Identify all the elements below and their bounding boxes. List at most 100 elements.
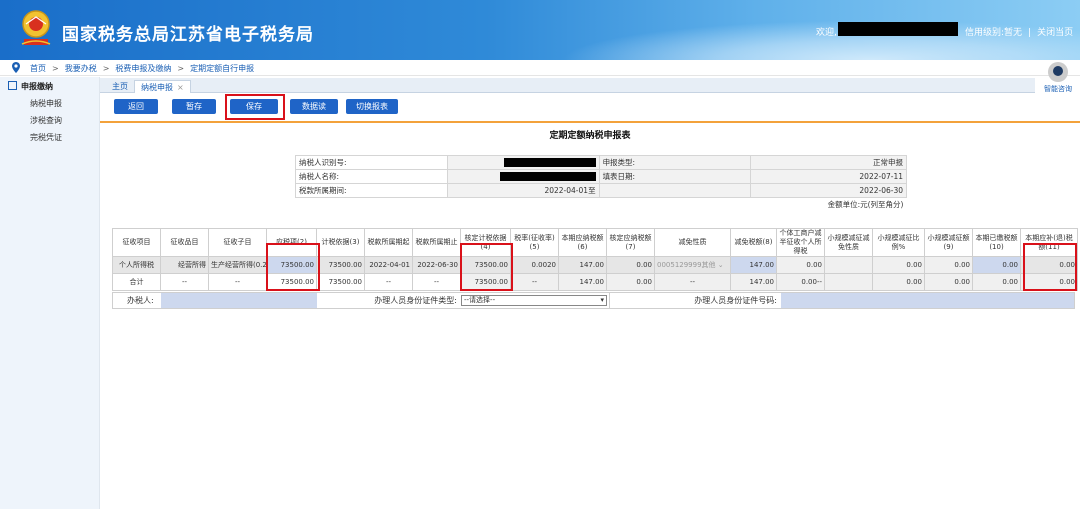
- cell-approved-payable: 0.00: [606, 256, 655, 274]
- smart-assistant[interactable]: 智能咨询: [1040, 62, 1076, 96]
- tab-declare[interactable]: 纳税申报 ×: [134, 80, 191, 93]
- breadcrumb-declare-pay[interactable]: 税费申报及缴纳: [115, 64, 171, 73]
- report-type-value: 正常申报: [750, 155, 907, 170]
- taxable-highlight-box: [266, 243, 320, 291]
- close-page-link[interactable]: 关闭当页: [1037, 28, 1073, 38]
- period-blank: [598, 183, 752, 198]
- id-type-label: 办理人员身份证件类型:: [374, 296, 457, 305]
- redacted-taxpayer-name: [499, 171, 596, 181]
- location-pin-icon: [12, 62, 20, 73]
- col-header: 本期已缴税额(10): [972, 228, 1021, 257]
- col-header: 减免性质: [654, 228, 731, 257]
- cell-relief-type: --: [654, 273, 731, 291]
- col-header: 小规模减征额(9): [924, 228, 973, 257]
- table-row: 个人所得税 经营所得 生产经营所得(0.2% 73500.00 73500.00…: [112, 256, 1078, 274]
- cell-item: 个人所得税: [112, 256, 161, 274]
- fill-date-label: 填表日期:: [598, 169, 752, 184]
- id-number-input[interactable]: [781, 293, 1074, 308]
- sidebar-item-declare[interactable]: 纳税申报: [30, 98, 62, 109]
- taxpayer-name-value: [446, 169, 600, 184]
- col-header: 征收品目: [160, 228, 209, 257]
- period-to: 至: [588, 186, 596, 195]
- stash-button[interactable]: 暂存: [172, 99, 216, 114]
- breadcrumb: 首页 > 我要办税 > 税费申报及缴纳 > 定期定额自行申报: [0, 60, 1080, 76]
- cell-approved-payable-total: 0.00: [606, 273, 655, 291]
- menu-box-icon: [8, 81, 17, 90]
- toolbar-divider: [100, 121, 1080, 123]
- cell-half-relief: 0.00: [776, 256, 825, 274]
- cell-relief-total: 147.00: [730, 273, 777, 291]
- table-header-row: 征收项目 征收品目 征收子目 应税项(2) 计税依据(3) 税款所属期起 税款所…: [112, 228, 1078, 257]
- cell-payable-total: 147.00: [558, 273, 607, 291]
- taxpayer-info-table: 纳税人识别号: 申报类型: 正常申报 纳税人名称: 填表日期: 2022-07-…: [295, 155, 907, 212]
- switch-report-button[interactable]: 切换报表: [346, 99, 398, 114]
- assistant-avatar-icon: [1048, 62, 1068, 82]
- back-button[interactable]: 返回: [114, 99, 158, 114]
- breadcrumb-home[interactable]: 首页: [30, 64, 46, 73]
- cell-payable: 147.00: [558, 256, 607, 274]
- taxpayer-id-label: 纳税人识别号:: [295, 155, 448, 170]
- period-end: 2022-06-30: [750, 183, 907, 198]
- cell-start: --: [364, 273, 413, 291]
- form-title: 定期定额纳税申报表: [549, 131, 631, 141]
- col-header: 个体工商户减半征收个人所得税: [776, 228, 825, 257]
- paid-input[interactable]: 0.00: [972, 256, 1021, 274]
- cell-basis-total: 73500.00: [316, 273, 365, 291]
- fill-date-value: 2022-07-11: [750, 169, 907, 184]
- col-header: 计税依据(3): [316, 228, 365, 257]
- cell-subcategory: 生产经营所得(0.2%: [208, 256, 267, 274]
- cell-small-ratio: 0.00: [872, 273, 925, 291]
- taxpayer-id-value: [446, 155, 600, 170]
- relief-amount-input[interactable]: 147.00: [730, 256, 777, 274]
- tab-declare-label: 纳税申报: [141, 83, 173, 92]
- redacted-username: [838, 22, 958, 36]
- save-highlight-box: [225, 94, 285, 120]
- approved-basis-highlight-box: [460, 243, 513, 291]
- cell-half-relief-total: 0.00--: [776, 273, 825, 291]
- breadcrumb-current: 定期定额自行申报: [190, 64, 255, 73]
- assistant-label: 智能咨询: [1044, 85, 1072, 93]
- cell-basis: 73500.00: [316, 256, 365, 274]
- handler-row: 办税人: 办理人员身份证件类型: --请选择-- ▾ 办理人员身份证件号码:: [112, 292, 1075, 309]
- cell-small-ratio: 0.00: [872, 256, 925, 274]
- period-label: 税款所属期间:: [295, 183, 448, 198]
- sidebar-item-query[interactable]: 涉税查询: [30, 115, 62, 126]
- site-title: 国家税务总局江苏省电子税务局: [62, 25, 314, 45]
- col-header: 核定应纳税额(7): [606, 228, 655, 257]
- due-highlight-box: [1023, 243, 1077, 291]
- cell-paid-total: 0.00: [972, 273, 1021, 291]
- col-header: 税款所属期起: [364, 228, 413, 257]
- sidebar-heading-label: 申报缴纳: [21, 82, 53, 91]
- fetch-data-button[interactable]: 数据读取: [290, 99, 338, 126]
- header-links: 信用级别:暂无 | 关闭当页: [962, 25, 1076, 38]
- welcome-text: 欢迎,: [816, 28, 837, 38]
- handler-input[interactable]: [161, 293, 317, 308]
- sidebar-heading: 申报缴纳: [8, 81, 53, 92]
- cell-small-type: [824, 256, 873, 274]
- col-header: 税率(征收率)(5): [510, 228, 559, 257]
- breadcrumb-tax-affairs[interactable]: 我要办税: [65, 64, 97, 73]
- col-header: 减免税额(8): [730, 228, 777, 257]
- tax-emblem-icon: [21, 10, 51, 45]
- id-type-placeholder: --请选择--: [464, 296, 496, 304]
- breadcrumb-sep: >: [102, 64, 110, 73]
- cell-small-amount: 0.00: [924, 256, 973, 274]
- id-number-label: 办理人员身份证件号码:: [609, 293, 781, 308]
- tab-close-icon[interactable]: ×: [177, 83, 184, 92]
- site-header: 国家税务总局江苏省电子税务局 欢迎, 信用级别:暂无 | 关闭当页: [0, 0, 1080, 60]
- tab-home[interactable]: 主页: [106, 80, 134, 93]
- col-header: 本期应纳税额(6): [558, 228, 607, 257]
- period-start: 2022-04-01至: [446, 183, 600, 198]
- col-header: 小规模减征减免性质: [824, 228, 873, 257]
- id-type-select[interactable]: --请选择-- ▾: [461, 295, 607, 306]
- report-type-label: 申报类型:: [598, 155, 752, 170]
- cell-small-amount: 0.00: [924, 273, 973, 291]
- cell-end: --: [412, 273, 461, 291]
- cell-subcategory: --: [208, 273, 267, 291]
- sidebar-item-certificate[interactable]: 完税凭证: [30, 132, 62, 143]
- relief-type-select[interactable]: 0005129999其他 ⌄: [654, 256, 731, 274]
- breadcrumb-sep: >: [52, 64, 59, 73]
- taxpayer-name-label: 纳税人名称:: [295, 169, 448, 184]
- period-start-value: 2022-04-01: [544, 186, 589, 195]
- credit-level: 信用级别:暂无: [965, 28, 1023, 38]
